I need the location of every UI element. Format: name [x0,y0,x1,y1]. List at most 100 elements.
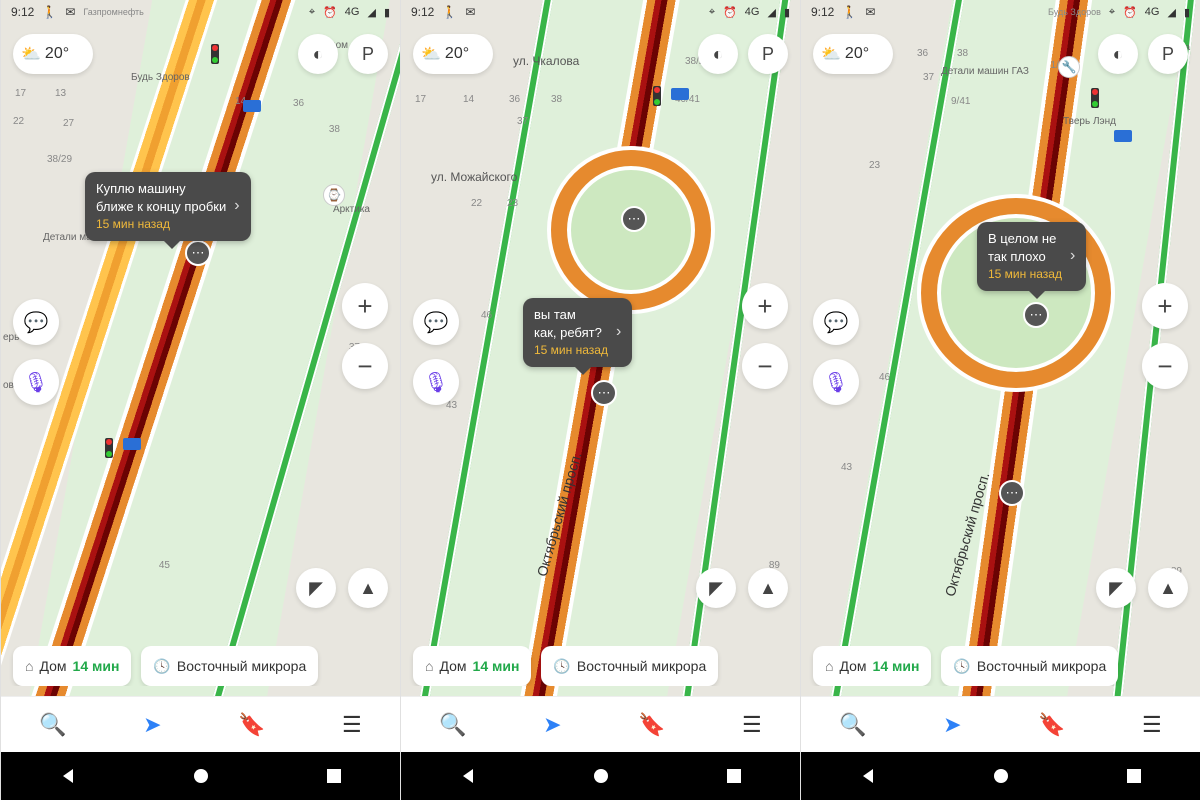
weather-icon: ⛅ [421,44,441,64]
nav-recents-icon[interactable] [726,768,742,784]
status-time: 9:12 [411,5,434,19]
chat-pin-icon[interactable]: ⋯ [591,380,617,406]
map-canvas[interactable]: Детали машин ГАЗ Тверь Лэнд Арктика Октя… [801,0,1200,800]
nav-home-icon[interactable] [192,767,210,785]
chip-destination-2[interactable]: 🕓 Восточный микрора [141,646,318,686]
zoom-in-button[interactable]: + [342,283,388,329]
clock-icon: 🕓 [953,658,970,675]
service-poi-icon[interactable]: 🔧 [1058,56,1080,78]
compass-icon: ◤ [1109,578,1123,599]
status-battery-icon: ▮ [1184,6,1190,19]
parking-button[interactable]: P [1148,34,1188,74]
watch-poi-icon[interactable]: ⌚ [323,184,345,206]
tab-search[interactable]: 🔍 [823,702,882,748]
home-icon: ⌂ [825,658,833,674]
weather-pill[interactable]: ⛅ 20° [813,34,893,74]
chevron-right-icon: › [1070,246,1075,267]
chip-home[interactable]: ⌂Дом14 мин [813,646,931,686]
nav-home-icon[interactable] [992,767,1010,785]
status-mail-icon: ✉ [65,5,75,19]
parking-button[interactable]: P [748,34,788,74]
zoom-in-button[interactable]: + [1142,283,1188,329]
tab-bookmarks[interactable]: 🔖 [1022,702,1081,748]
road-sign-icon [123,438,141,450]
night-mode-button[interactable]: ◐ [1098,34,1138,74]
nav-recents-icon[interactable] [326,768,342,784]
nav-back-icon[interactable] [59,767,77,785]
chat-pin-icon[interactable]: ⋯ [185,240,211,266]
chat-pin-icon[interactable]: ⋯ [621,206,647,232]
weather-pill[interactable]: ⛅ 20° [413,34,493,74]
tab-menu[interactable]: ☰ [1126,702,1178,748]
zoom-in-button[interactable]: + [742,283,788,329]
chip-home[interactable]: ⌂Дом14 мин [413,646,531,686]
chat-pin-icon[interactable]: ⋯ [999,480,1025,506]
chip-home[interactable]: ⌂ Дом 14 мин [13,646,131,686]
my-location-button[interactable]: ▲ [348,568,388,608]
compass-button[interactable]: ◤ [696,568,736,608]
my-location-button[interactable]: ▲ [1148,568,1188,608]
chat-pin-icon[interactable]: ⋯ [1023,302,1049,328]
voice-button[interactable]: 🎙 [413,359,459,405]
plus-icon: + [1157,291,1172,322]
status-time: 9:12 [11,5,34,19]
parking-icon: P [362,44,374,65]
clock-icon: 🕓 [553,658,570,675]
phone-screen-2: 9:12 🚶 ✉ ⌖ ⏰ 4G ◢ ▮ ул. Чкалова ул. Можа… [400,0,800,800]
road-chat-button[interactable]: 💬 [13,299,59,345]
weather-pill[interactable]: ⛅ 20° [13,34,93,74]
tab-navigate[interactable]: ➤ [527,702,577,748]
chevron-right-icon: › [234,196,239,217]
status-gps-icon: ⌖ [709,6,715,19]
traffic-light-icon [105,438,113,458]
zoom-out-button[interactable]: − [742,343,788,389]
road-sign-icon [671,88,689,100]
tab-navigate[interactable]: ➤ [127,702,177,748]
plus-icon: + [757,291,772,322]
night-mode-button[interactable]: ◐ [698,34,738,74]
night-icon: ◐ [1113,44,1124,65]
nav-recents-icon[interactable] [1126,768,1142,784]
nav-back-icon[interactable] [859,767,877,785]
zoom-out-button[interactable]: − [342,343,388,389]
zoom-controls: + − [342,283,388,389]
chip-destination-2[interactable]: 🕓Восточный микрора [541,646,718,686]
status-signal-icon: ◢ [767,6,775,19]
chat-tooltip[interactable]: вы там как, ребят? 15 мин назад › [523,298,632,367]
status-net: 4G [345,6,360,18]
tab-bookmarks[interactable]: 🔖 [622,702,681,748]
map-canvas[interactable]: ул. Чкалова ул. Можайского Октябрьский п… [401,0,800,800]
left-map-buttons: 💬 🎙 [13,299,59,405]
chip-destination-2[interactable]: 🕓Восточный микрора [941,646,1118,686]
status-battery-icon: ▮ [784,6,790,19]
compass-button[interactable]: ◤ [296,568,336,608]
voice-button[interactable]: 🎙 [813,359,859,405]
android-statusbar: 9:12 🚶 ✉ Будь Здоров ⌖ ⏰ 4G ◢ ▮ [801,0,1200,24]
parking-button[interactable]: P [348,34,388,74]
status-time: 9:12 [811,5,834,19]
tab-search[interactable]: 🔍 [23,702,82,748]
tab-search[interactable]: 🔍 [423,702,482,748]
compass-icon: ◤ [709,578,723,599]
status-gps-icon: ⌖ [309,6,315,19]
chat-tooltip[interactable]: В целом не так плохо 15 мин назад › [977,222,1086,291]
road-chat-button[interactable]: 💬 [413,299,459,345]
tab-navigate[interactable]: ➤ [927,702,977,748]
my-location-button[interactable]: ▲ [748,568,788,608]
zoom-out-button[interactable]: − [1142,343,1188,389]
status-fuel-icon: Газпромнефть [83,7,143,17]
clock-icon: 🕓 [153,658,170,675]
tab-bookmarks[interactable]: 🔖 [222,702,281,748]
tab-menu[interactable]: ☰ [726,702,778,748]
compass-button[interactable]: ◤ [1096,568,1136,608]
tab-menu[interactable]: ☰ [326,702,378,748]
nav-home-icon[interactable] [592,767,610,785]
nav-back-icon[interactable] [459,767,477,785]
night-mode-button[interactable]: ◐ [298,34,338,74]
chat-tooltip[interactable]: Куплю машину ближе к концу пробки 15 мин… [85,172,251,241]
road-chat-button[interactable]: 💬 [813,299,859,345]
map-canvas[interactable]: Гном Будь Здоров Арктика Детали машин ГА… [1,0,400,800]
weather-temperature: 20° [445,45,469,63]
voice-button[interactable]: 🎙 [13,359,59,405]
road-sign-icon [243,100,261,112]
